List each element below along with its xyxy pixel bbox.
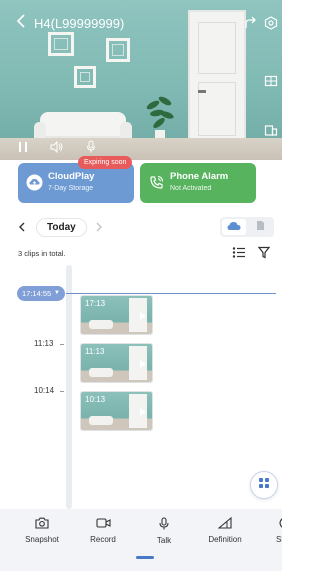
cloudplay-title: CloudPlay [48,171,95,182]
cloud-storage-option[interactable] [222,219,246,235]
page-indicator [136,556,154,559]
sd-card-option[interactable] [248,219,272,235]
video-top-actions [244,16,278,35]
grid-view-button[interactable] [250,471,278,499]
bottom-toolbar: Snapshot Record Talk Definition Sl [0,509,282,571]
snapshot-label: Snapshot [25,535,59,544]
list-view-icon[interactable] [232,246,246,264]
timeline-track[interactable] [66,265,72,509]
snapshot-button[interactable]: Snapshot [12,517,72,544]
play-icon [140,360,146,368]
clip-thumbnail[interactable]: 11:13 [80,343,153,383]
grid-icon [258,476,270,494]
record-button[interactable]: Record [73,517,133,544]
current-time-text: 17:14:55 [22,289,52,298]
current-time-pill[interactable]: 17:14:55 ▼ [17,286,65,301]
clip-thumbnail[interactable]: 17:13 [80,295,153,335]
clip-time: 10:13 [85,395,106,404]
cloudplay-card[interactable]: CloudPlay 7-Day Storage [18,163,134,203]
video-record-icon [95,518,111,528]
definition-button[interactable]: Definition [195,517,255,544]
talk-button[interactable]: Talk [134,517,194,545]
definition-icon [218,517,232,529]
settings-icon[interactable] [264,16,278,35]
play-icon [140,312,146,320]
multi-screen-icon[interactable] [264,74,278,93]
clip-time: 17:13 [85,299,106,308]
partial-tool-button[interactable]: Sl [256,517,282,544]
definition-label: Definition [208,535,242,544]
partial-tool-label: Sl [276,535,282,544]
storage-source-toggle [220,217,274,237]
playback-timeline[interactable]: 17:14:55 ▼ 11:13 10:14 17:13 11:13 10:13 [0,265,282,509]
sd-card-icon [256,218,265,236]
timeline-hour-label: 10:14 [34,386,55,395]
current-time-line [66,293,276,294]
record-label: Record [90,535,116,544]
selected-date[interactable]: Today [36,217,87,237]
phone-alarm-card[interactable]: Phone Alarm Not Activated [140,163,256,203]
wall-frame [48,32,74,56]
clip-thumbnail[interactable]: 10:13 [80,391,153,431]
camera-icon [35,517,49,529]
phone-alarm-subtitle: Not Activated [170,185,212,192]
filter-icon[interactable] [257,246,271,264]
list-actions [232,246,271,264]
expiring-badge: Expiring soon [78,156,133,169]
live-video-view[interactable]: H4(L99999999) [0,0,282,160]
cloudplay-subtitle: 7-Day Storage [48,185,94,192]
wall-frame [106,38,130,62]
next-day-icon[interactable] [95,219,103,235]
prev-day-icon[interactable] [18,219,36,235]
play-icon [140,408,146,416]
back-icon[interactable] [16,14,26,32]
device-title: H4(L99999999) [34,15,125,31]
cloud-icon [227,218,241,236]
room-door [188,10,246,142]
date-navigator: Today [18,217,274,237]
caret-down-icon: ▼ [54,290,60,296]
pause-icon[interactable] [18,140,28,158]
room-plant [145,94,175,142]
timeline-hour-label: 11:13 [34,339,54,348]
video-title-bar: H4(L99999999) [16,14,124,32]
clip-time: 11:13 [85,347,105,356]
partial-icon [279,518,282,528]
clips-count: 3 clips in total. [18,249,66,258]
timeline-tick [60,391,64,392]
fullscreen-icon[interactable] [264,123,278,142]
timeline-tick [60,344,64,345]
phone-alarm-title: Phone Alarm [170,171,229,182]
share-icon[interactable] [244,16,258,35]
phone-ringing-icon [148,174,165,191]
wall-frame [74,66,96,88]
talk-label: Talk [156,536,172,545]
speaker-icon[interactable] [50,140,64,158]
video-side-actions [264,74,278,142]
service-cards: CloudPlay 7-Day Storage Expiring soon Ph… [18,156,258,203]
cloud-upload-icon [26,174,43,191]
microphone-icon [159,517,169,530]
